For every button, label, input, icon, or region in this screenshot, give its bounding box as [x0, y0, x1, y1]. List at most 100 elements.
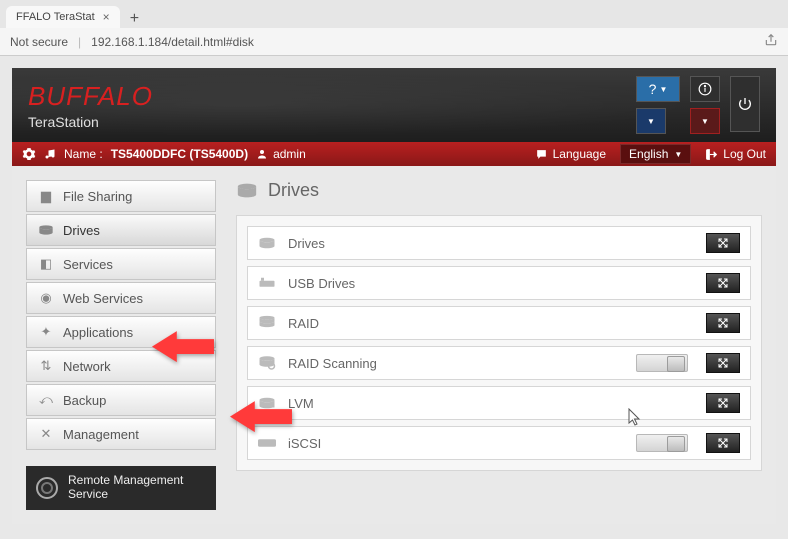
main-area: ▆ File Sharing Drives ◧ Services ◉ Web Serv… — [12, 166, 776, 524]
row-raid: RAID — [247, 306, 751, 340]
browser-tab[interactable]: FFALO TeraStat × — [6, 6, 120, 28]
annotation-arrow — [152, 328, 214, 370]
page-header: BUFFALO TeraStation ?▼ ▼ ▼ — [12, 68, 776, 142]
sidebar-item-services[interactable]: ◧ Services — [26, 248, 216, 280]
sidebar-item-label: Backup — [63, 393, 106, 408]
speech-icon — [535, 148, 548, 161]
row-label: iSCSI — [288, 436, 626, 451]
sidebar-item-label: Web Services — [63, 291, 143, 306]
content-area: Drives Drives USB Drives RAID — [236, 180, 762, 510]
page-title: Drives — [236, 180, 762, 201]
user-link[interactable]: admin — [256, 147, 306, 161]
row-iscsi: iSCSI — [247, 426, 751, 460]
new-tab-button[interactable]: + — [120, 10, 149, 28]
sidebar-item-label: Services — [63, 257, 113, 272]
browser-tab-strip: FFALO TeraStat × + — [0, 0, 788, 28]
cursor-icon — [628, 408, 642, 429]
sidebar-item-drives[interactable]: Drives — [26, 214, 216, 246]
row-lvm: LVM — [247, 386, 751, 420]
row-drives: Drives — [247, 226, 751, 260]
language-select[interactable]: English ▼ — [620, 144, 691, 164]
share-icon[interactable] — [764, 33, 778, 50]
tools-icon: ✕ — [37, 426, 55, 442]
name-label: Name : — [64, 147, 103, 161]
tab-title: FFALO TeraStat — [16, 11, 95, 23]
expand-button[interactable] — [706, 273, 740, 293]
gear-icon[interactable] — [22, 147, 36, 161]
address-separator: | — [78, 35, 81, 49]
expand-button[interactable] — [706, 313, 740, 333]
row-usb-drives: USB Drives — [247, 266, 751, 300]
toggle-switch[interactable] — [636, 434, 688, 452]
folder-icon: ▆ — [37, 188, 55, 204]
music-note-icon[interactable] — [44, 148, 56, 160]
brand-logo: BUFFALO — [28, 81, 153, 112]
globe-icon: ◉ — [37, 290, 55, 306]
usb-icon — [258, 276, 278, 290]
sidebar-item-label: Management — [63, 427, 139, 442]
brand-product: TeraStation — [28, 114, 153, 130]
row-label: RAID Scanning — [288, 356, 626, 371]
row-label: Drives — [288, 236, 696, 251]
info-bar: Name : TS5400DDFC (TS5400D) admin Langua… — [12, 142, 776, 166]
chevron-down-icon: ▼ — [701, 117, 709, 126]
chevron-down-icon: ▼ — [659, 85, 667, 94]
power-button[interactable] — [730, 76, 760, 132]
chevron-down-icon: ▼ — [674, 150, 682, 159]
drive-icon — [236, 182, 258, 200]
swirl-icon — [36, 477, 58, 499]
device-name: TS5400DDFC (TS5400D) — [111, 147, 248, 161]
logout-icon — [705, 148, 718, 161]
row-label: RAID — [288, 316, 696, 331]
sidebar-item-file-sharing[interactable]: ▆ File Sharing — [26, 180, 216, 212]
url-text[interactable]: 192.168.1.184/detail.html#disk — [91, 35, 254, 49]
toggle-switch[interactable] — [636, 354, 688, 372]
language-link[interactable]: Language — [535, 147, 606, 161]
drive-icon — [258, 236, 278, 250]
power-icon — [737, 96, 753, 112]
sidebar-item-label: Drives — [63, 223, 100, 238]
help-button[interactable]: ?▼ — [636, 76, 680, 102]
sidebar-item-label: Network — [63, 359, 111, 374]
app-window: BUFFALO TeraStation ?▼ ▼ ▼ — [12, 68, 776, 524]
drives-panel: Drives USB Drives RAID RAID Scanning — [236, 215, 762, 471]
sidebar-item-label: File Sharing — [63, 189, 132, 204]
dropdown-button[interactable]: ▼ — [636, 108, 666, 134]
remote-management-banner[interactable]: Remote ManagementService — [26, 466, 216, 510]
sidebar-item-web-services[interactable]: ◉ Web Services — [26, 282, 216, 314]
sidebar-item-backup[interactable]: ⤺ Backup — [26, 384, 216, 416]
scan-icon — [258, 355, 278, 371]
expand-button[interactable] — [706, 233, 740, 253]
address-bar: Not secure | 192.168.1.184/detail.html#d… — [0, 28, 788, 56]
apps-icon: ✦ — [37, 324, 55, 340]
info-icon — [698, 82, 712, 96]
help-icon: ? — [649, 81, 657, 97]
remote-line1: Remote Management — [68, 473, 183, 487]
language-label: Language — [553, 147, 606, 161]
page-title-text: Drives — [268, 180, 319, 201]
user-icon — [256, 148, 268, 160]
alert-dropdown[interactable]: ▼ — [690, 108, 720, 134]
chevron-down-icon: ▼ — [647, 117, 655, 126]
user-name: admin — [273, 147, 306, 161]
remote-line2: Service — [68, 487, 108, 501]
row-raid-scanning: RAID Scanning — [247, 346, 751, 380]
drive-icon — [37, 224, 55, 236]
row-label: USB Drives — [288, 276, 696, 291]
expand-button[interactable] — [706, 433, 740, 453]
logout-link[interactable]: Log Out — [705, 147, 766, 161]
services-icon: ◧ — [37, 256, 55, 272]
network-icon: ⇅ — [37, 358, 55, 374]
security-status: Not secure — [10, 35, 68, 49]
expand-button[interactable] — [706, 393, 740, 413]
logout-label: Log Out — [723, 147, 766, 161]
sidebar-item-label: Applications — [63, 325, 133, 340]
language-value: English — [629, 147, 668, 161]
raid-icon — [258, 315, 278, 331]
sidebar-item-management[interactable]: ✕ Management — [26, 418, 216, 450]
backup-icon: ⤺ — [37, 392, 55, 408]
info-button[interactable] — [690, 76, 720, 102]
close-icon[interactable]: × — [103, 10, 110, 24]
expand-button[interactable] — [706, 353, 740, 373]
annotation-arrow — [230, 398, 292, 440]
